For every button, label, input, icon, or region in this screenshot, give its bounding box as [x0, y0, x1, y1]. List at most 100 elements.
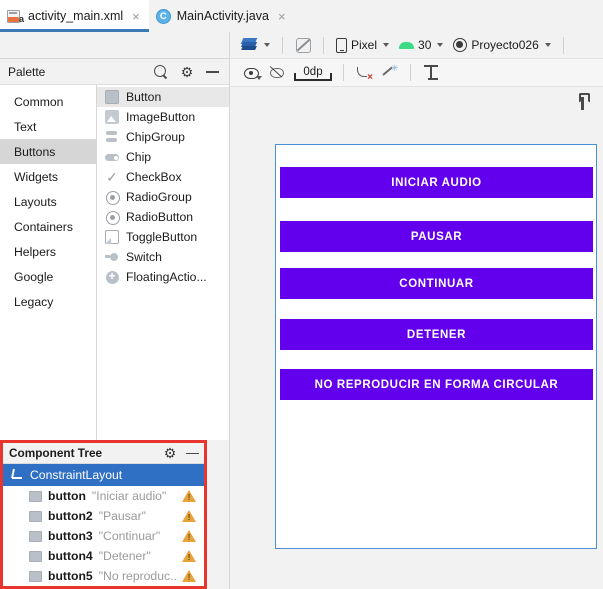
tab-label: activity_main.xml — [28, 9, 124, 23]
button-icon — [29, 530, 42, 542]
category-label: Text — [14, 119, 37, 134]
minimize-icon[interactable] — [206, 65, 219, 78]
divider — [323, 36, 324, 54]
palette-category-text[interactable]: Text — [0, 114, 96, 139]
category-label: Layouts — [14, 194, 57, 209]
component-tree-header: Component Tree ⚙ — [3, 443, 204, 464]
widget-label: RadioGroup — [126, 190, 192, 204]
tree-node-label: ConstraintLayout — [30, 468, 123, 482]
preview-button-detener[interactable]: DETENER — [280, 319, 593, 350]
search-icon[interactable] — [154, 64, 168, 79]
palette-widget-radiogroup[interactable]: RadioGroup — [97, 187, 229, 207]
canvas-settings-button[interactable] — [575, 93, 591, 111]
clear-constraints-icon — [356, 66, 373, 83]
palette-category-widgets[interactable]: Widgets — [0, 164, 96, 189]
palette-widget-checkbox[interactable]: ✓ CheckBox — [97, 167, 229, 187]
editor-tab-bar: a activity_main.xml × C MainActivity.jav… — [0, 0, 603, 32]
design-mode-selector[interactable] — [236, 37, 275, 53]
preview-canvas[interactable]: INICIAR AUDIO PAUSAR CONTINUAR DETENER N… — [230, 87, 603, 589]
button-icon — [105, 90, 119, 104]
tree-node-text: "Pausar" — [98, 509, 146, 523]
chevron-down-icon — [264, 43, 270, 47]
api-level-selector[interactable]: 30 — [394, 38, 448, 52]
warning-icon[interactable] — [182, 529, 196, 544]
minimize-icon[interactable] — [186, 447, 199, 460]
blueprint-off-icon — [295, 37, 311, 53]
design-surface: Pixel 30 Proyecto026 0dp × ✳ INICIAR AUD… — [229, 32, 603, 589]
palette-widget-chipgroup[interactable]: ChipGroup — [97, 127, 229, 147]
phone-icon — [336, 37, 347, 53]
palette-widget-button[interactable]: Button — [97, 87, 229, 107]
palette-widget-imagebutton[interactable]: ImageButton — [97, 107, 229, 127]
palette-widget-floatingactionbutton[interactable]: FloatingActio... — [97, 267, 229, 287]
palette-widget-togglebutton[interactable]: ToggleButton — [97, 227, 229, 247]
preview-button-pausar[interactable]: PAUSAR — [280, 221, 593, 252]
toggle-button-icon — [105, 230, 119, 244]
tree-node-button[interactable]: button "Iniciar audio" — [3, 486, 204, 506]
palette-category-helpers[interactable]: Helpers — [0, 239, 96, 264]
button-label: DETENER — [406, 328, 467, 341]
close-icon[interactable]: × — [132, 10, 140, 23]
show-constraints-button[interactable] — [238, 62, 264, 84]
constraint-toolbar: 0dp — [230, 59, 603, 87]
widget-label: ImageButton — [126, 110, 196, 124]
device-preview-frame[interactable]: INICIAR AUDIO PAUSAR CONTINUAR DETENER N… — [275, 144, 597, 549]
autoconnect-button[interactable] — [264, 62, 290, 84]
baseline-align-button[interactable] — [418, 62, 444, 84]
tab-mainactivity-java[interactable]: C MainActivity.java × — [149, 0, 295, 32]
button-icon — [29, 510, 42, 522]
tree-node-button2[interactable]: button2 "Pausar" — [3, 506, 204, 526]
palette-category-legacy[interactable]: Legacy — [0, 289, 96, 314]
preview-button-no-reproducir-circular[interactable]: NO REPRODUCIR EN FORMA CIRCULAR — [280, 369, 593, 400]
preview-button-iniciar-audio[interactable]: INICIAR AUDIO — [280, 167, 593, 198]
constraint-layout-icon — [10, 468, 24, 482]
java-class-icon: C — [155, 8, 171, 24]
tree-node-id: button3 — [48, 529, 93, 543]
widget-label: ChipGroup — [126, 130, 185, 144]
button-label: CONTINUAR — [399, 277, 474, 290]
floating-action-button-icon — [105, 268, 119, 284]
palette-widget-chip[interactable]: Chip — [97, 147, 229, 167]
palette-category-buttons[interactable]: Buttons — [0, 139, 96, 164]
divider — [343, 64, 344, 81]
default-margin-field[interactable]: 0dp — [294, 64, 332, 81]
palette-widget-radiobutton[interactable]: RadioButton — [97, 207, 229, 227]
widget-label: RadioButton — [126, 210, 194, 224]
palette-category-containers[interactable]: Containers — [0, 214, 96, 239]
palette-category-google[interactable]: Google — [0, 264, 96, 289]
tree-node-constraintlayout[interactable]: ConstraintLayout — [3, 464, 204, 486]
gear-icon[interactable]: ⚙ — [180, 65, 194, 79]
warning-icon[interactable] — [182, 549, 196, 564]
clear-constraints-button[interactable] — [351, 62, 377, 84]
tree-node-button5[interactable]: button5 "No reproduc..." — [3, 566, 204, 586]
design-toolbar: Pixel 30 Proyecto026 — [230, 32, 603, 59]
preview-button-continuar[interactable]: CONTINUAR — [280, 268, 593, 299]
theme-selector[interactable]: Proyecto026 — [448, 38, 555, 52]
gear-icon[interactable]: ⚙ — [163, 446, 177, 460]
device-selector[interactable]: Pixel — [331, 37, 394, 53]
tab-activity-main-xml[interactable]: a activity_main.xml × — [0, 0, 149, 32]
radio-group-icon — [105, 190, 120, 205]
close-icon[interactable]: × — [278, 10, 286, 23]
tree-node-id: button4 — [48, 549, 93, 563]
radio-button-icon — [105, 210, 120, 225]
tree-node-button4[interactable]: button4 "Detener" — [3, 546, 204, 566]
chip-group-icon — [105, 130, 119, 144]
palette-widget-switch[interactable]: Switch — [97, 247, 229, 267]
warning-icon[interactable] — [182, 509, 196, 524]
magic-wand-icon — [383, 63, 399, 80]
palette-category-common[interactable]: Common — [0, 89, 96, 114]
divider — [410, 64, 411, 81]
tree-node-text: "Detener" — [98, 549, 151, 563]
tree-node-id: button — [48, 489, 86, 503]
tree-node-button3[interactable]: button3 "Continuar" — [3, 526, 204, 546]
warning-icon[interactable] — [182, 489, 196, 504]
infer-constraints-button[interactable] — [377, 62, 403, 84]
button-icon — [29, 550, 42, 562]
category-label: Widgets — [14, 169, 59, 184]
tree-node-text: "Iniciar audio" — [91, 489, 167, 503]
widget-label: Switch — [126, 250, 162, 264]
palette-category-layouts[interactable]: Layouts — [0, 189, 96, 214]
warning-icon[interactable] — [182, 569, 196, 584]
blueprint-toggle-button[interactable] — [290, 37, 316, 53]
